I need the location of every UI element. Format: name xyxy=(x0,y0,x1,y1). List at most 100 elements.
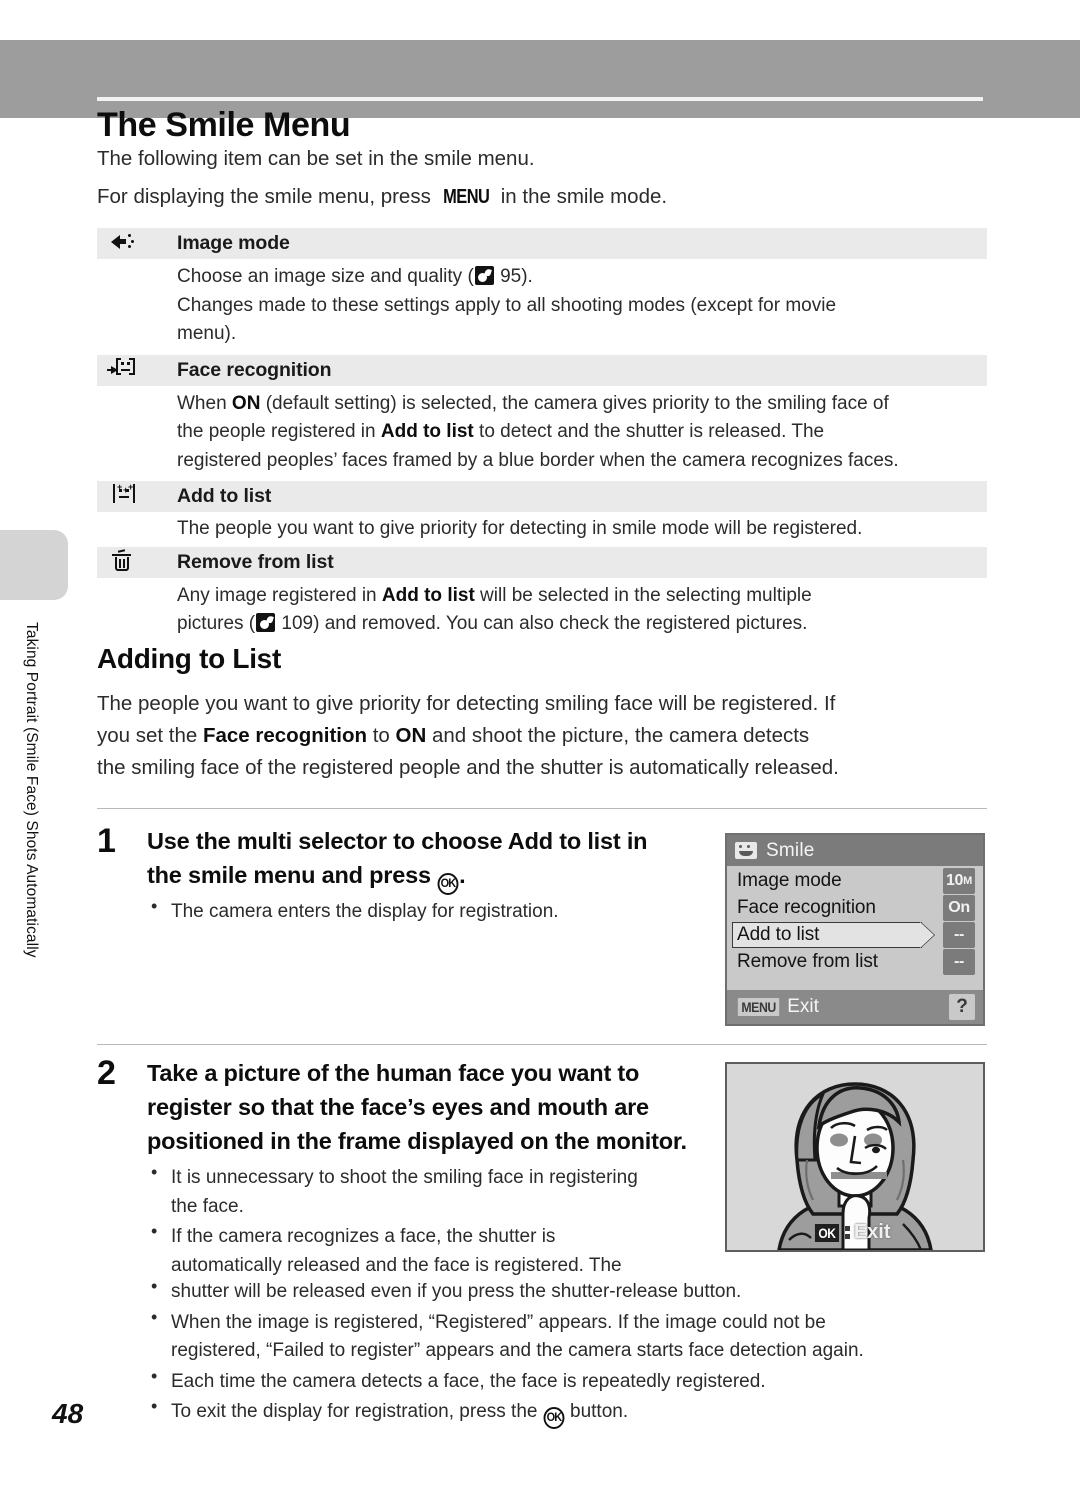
step-number: 2 xyxy=(97,1054,116,1092)
menu-row-label: Image mode xyxy=(177,232,290,254)
menu-row-face-recognition: Face recognition xyxy=(97,354,987,386)
desc-text: Changes made to these settings apply to … xyxy=(177,294,837,316)
chapter-header-band: The Smile Menu xyxy=(0,40,1080,144)
menu-row-add-to-list-desc: The people you want to give priority for… xyxy=(97,512,987,547)
menu-row-label: Remove from list xyxy=(177,550,334,573)
lcd-menu-key-icon[interactable]: MENU xyxy=(737,998,780,1016)
section-line-2: you set the Face recognition to ON and s… xyxy=(97,724,810,747)
camera-lcd-mockup: Smile Image mode 10 M Face recognition On… xyxy=(725,833,985,1026)
lcd-ok-exit-hint: OK Exit xyxy=(813,1221,891,1244)
lcd-item-label: Image mode xyxy=(737,870,842,891)
lcd-item-label: Remove from list xyxy=(737,951,878,972)
lcd-bottom-bar: MENU Exit ? xyxy=(727,990,983,1024)
trash-icon xyxy=(103,549,177,575)
desc-text: menu). xyxy=(177,323,237,344)
section-heading: Adding to List xyxy=(97,643,281,674)
reference-eye-icon xyxy=(256,613,276,632)
intro-line-2-prefix: For displaying the smile menu, press xyxy=(97,185,437,208)
desc-text: registered peoples’ faces framed by a bl… xyxy=(177,449,899,471)
menu-key-glyph: MENU xyxy=(442,186,490,208)
lcd-item-label: Add to list xyxy=(737,924,820,945)
desc-text: ). xyxy=(521,266,533,287)
intro-line-1: The following item can be set in the smi… xyxy=(97,147,535,170)
manual-page: The Smile Menu Taking Portrait (Smile Fa… xyxy=(0,0,1080,1486)
lcd-title-label: Smile xyxy=(766,839,815,861)
desc-text: Choose an image size and quality ( xyxy=(177,266,474,287)
lcd-item-value: -- xyxy=(943,922,975,948)
lcd-menu-item-add-to-list[interactable]: Add to list -- xyxy=(727,922,983,948)
step1-divider xyxy=(97,808,987,809)
image-mode-icon xyxy=(103,234,177,253)
section-bold: Face recognition xyxy=(202,724,368,747)
desc-bold: ON xyxy=(231,392,261,414)
desc-bold: Add to list xyxy=(381,584,475,606)
ok-button-glyph: OK xyxy=(543,1407,565,1429)
intro-line-2-suffix: in the smile mode. xyxy=(495,185,668,208)
lcd-menu-item-remove-from-list[interactable]: Remove from list -- xyxy=(727,949,983,975)
face-recognition-icon xyxy=(103,357,177,383)
side-tab-marker xyxy=(0,530,68,600)
lcd-menu-item-face-recognition[interactable]: Face recognition On xyxy=(727,895,983,921)
menu-row-face-recognition-desc: When ON (default setting) is selected, t… xyxy=(97,386,987,482)
menu-row-label: Face recognition xyxy=(177,358,332,381)
menu-row-image-mode-desc: Choose an image size and quality ( 95). … xyxy=(97,259,987,355)
reference-page: 95 xyxy=(500,266,522,287)
exit-label: Exit xyxy=(853,1221,891,1243)
help-icon[interactable]: ? xyxy=(949,994,975,1020)
header-rule xyxy=(97,97,983,101)
desc-text: pictures ( xyxy=(177,613,256,634)
smile-menu-table: Image mode Choose an image size and qual… xyxy=(97,228,987,645)
multi-selector-dots-icon xyxy=(844,1226,850,1239)
desc-text: the people registered in xyxy=(177,421,381,442)
list-item: shutter will be released even if you pre… xyxy=(147,1276,992,1307)
list-item: When the image is registered, “Registere… xyxy=(147,1307,992,1366)
registration-illustration: OK Exit xyxy=(725,1062,985,1252)
list-item: It is unnecessary to shoot the smiling f… xyxy=(147,1162,712,1221)
reference-eye-icon xyxy=(474,266,494,285)
reference-page: 109 xyxy=(281,613,314,634)
desc-text: (default setting) is selected, the camer… xyxy=(260,392,889,414)
desc-text: to detect and the shutter is released. T… xyxy=(473,421,825,442)
section-bold: ON xyxy=(395,724,427,747)
lcd-exit-label: Exit xyxy=(787,996,819,1017)
desc-bold: Add to list xyxy=(380,421,474,442)
lcd-menu-list: Image mode 10 M Face recognition On Add t… xyxy=(727,867,983,976)
menu-row-add-to-list: + + + Add to list xyxy=(97,481,987,512)
lcd-item-label: Face recognition xyxy=(737,897,876,918)
intro-text: The following item can be set in the smi… xyxy=(97,140,987,216)
lcd-item-value: -- xyxy=(943,949,975,975)
lcd-item-value: 10 M xyxy=(943,868,975,894)
list-item: Each time the camera detects a face, the… xyxy=(147,1366,992,1397)
list-item: The camera enters the display for regist… xyxy=(147,896,707,927)
intro-line-2: For displaying the smile menu, press MEN… xyxy=(97,178,987,216)
menu-row-remove-from-list: Remove from list xyxy=(97,546,987,578)
lcd-item-value: On xyxy=(943,895,975,921)
lcd-selection-arrow xyxy=(920,922,934,948)
smile-face-icon xyxy=(735,842,757,859)
desc-text: The people you want to give priority for… xyxy=(177,518,863,539)
page-number: 48 xyxy=(52,1398,84,1429)
add-to-list-icon: + + + xyxy=(103,483,177,509)
ok-key-icon: OK xyxy=(814,1223,839,1242)
menu-row-label: Add to list xyxy=(177,485,272,507)
side-tab-label: Taking Portrait (Smile Face) Shots Autom… xyxy=(23,622,40,958)
step-number: 1 xyxy=(97,822,116,860)
desc-text: will be selected in the selecting multip… xyxy=(474,584,812,606)
desc-text: When xyxy=(177,392,232,414)
step-2-bullets-upper: It is unnecessary to shoot the smiling f… xyxy=(147,1162,712,1282)
lcd-menu-item-image-mode[interactable]: Image mode 10 M xyxy=(727,868,983,894)
section-line-3: the smiling face of the registered peopl… xyxy=(97,756,839,779)
step-bold-term: Add to list xyxy=(507,828,621,854)
step-title: Take a picture of the human face you wan… xyxy=(147,1060,687,1154)
section-line-1: The people you want to give priority for… xyxy=(97,692,836,715)
list-item: To exit the display for registration, pr… xyxy=(147,1396,992,1429)
menu-row-image-mode: Image mode xyxy=(97,228,987,259)
section-paragraph: The people you want to give priority for… xyxy=(97,688,991,784)
desc-text: Any image registered in xyxy=(177,584,382,606)
step-1-bullets: The camera enters the display for regist… xyxy=(147,896,707,929)
list-item: If the camera recognizes a face, the shu… xyxy=(147,1221,712,1280)
step2-divider xyxy=(97,1044,987,1045)
lcd-title-bar: Smile xyxy=(727,835,983,866)
ok-button-glyph: OK xyxy=(437,873,459,895)
step-2-bullets-lower: shutter will be released even if you pre… xyxy=(147,1276,992,1431)
